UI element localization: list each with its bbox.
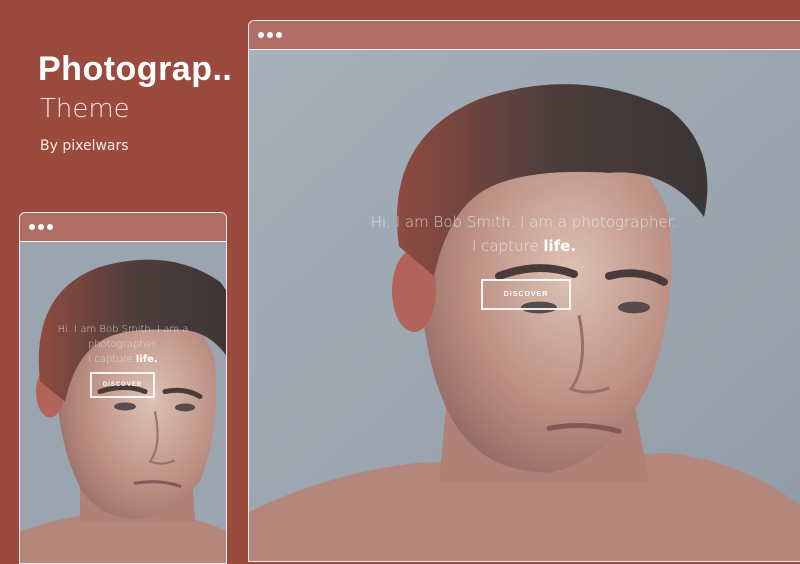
hero-photo: Hi. I am Bob Smith. I am a photographer.… [249,49,800,561]
window-dot-icon [276,32,282,38]
window-dot-icon [38,224,44,230]
theme-author: By pixelwars [40,138,129,154]
window-dot-icon [47,224,53,230]
hero-photo: Hi. I am Bob Smith. I am a photographer.… [20,241,226,563]
window-dot-icon [267,32,273,38]
hero-intro-line: Hi. I am Bob Smith. I am a photographer. [370,213,678,231]
hero-intro: Hi. I am Bob Smith. I am a photographer.… [309,210,739,258]
window-dot-icon [258,32,264,38]
theme-subtitle: Theme [40,94,130,124]
mobile-preview-window: Hi. I am Bob Smith. I am a photographer.… [19,212,227,564]
hero-capture-emphasis: life. [543,237,577,255]
hero-capture-emphasis: life. [135,354,158,365]
window-dot-icon [29,224,35,230]
hero-intro: Hi. I am Bob Smith. I am a photographer.… [30,322,216,367]
discover-button[interactable]: DISCOVER [481,279,571,310]
window-title-bar [249,21,800,49]
desktop-preview-window: Hi. I am Bob Smith. I am a photographer.… [248,20,800,562]
theme-title: Photograp.. [38,50,233,88]
discover-button[interactable]: DISCOVER [90,372,155,398]
hero-capture-prefix: I capture [88,354,136,365]
portrait-image [20,242,226,563]
hero-intro-line: Hi. I am Bob Smith. I am a [57,324,189,335]
hero-capture-line: I capture life. [309,234,739,258]
window-title-bar [20,213,226,241]
hero-capture-line: I capture life. [30,352,216,367]
hero-capture-prefix: I capture [471,237,544,255]
hero-intro-line: photographer. [87,339,159,350]
